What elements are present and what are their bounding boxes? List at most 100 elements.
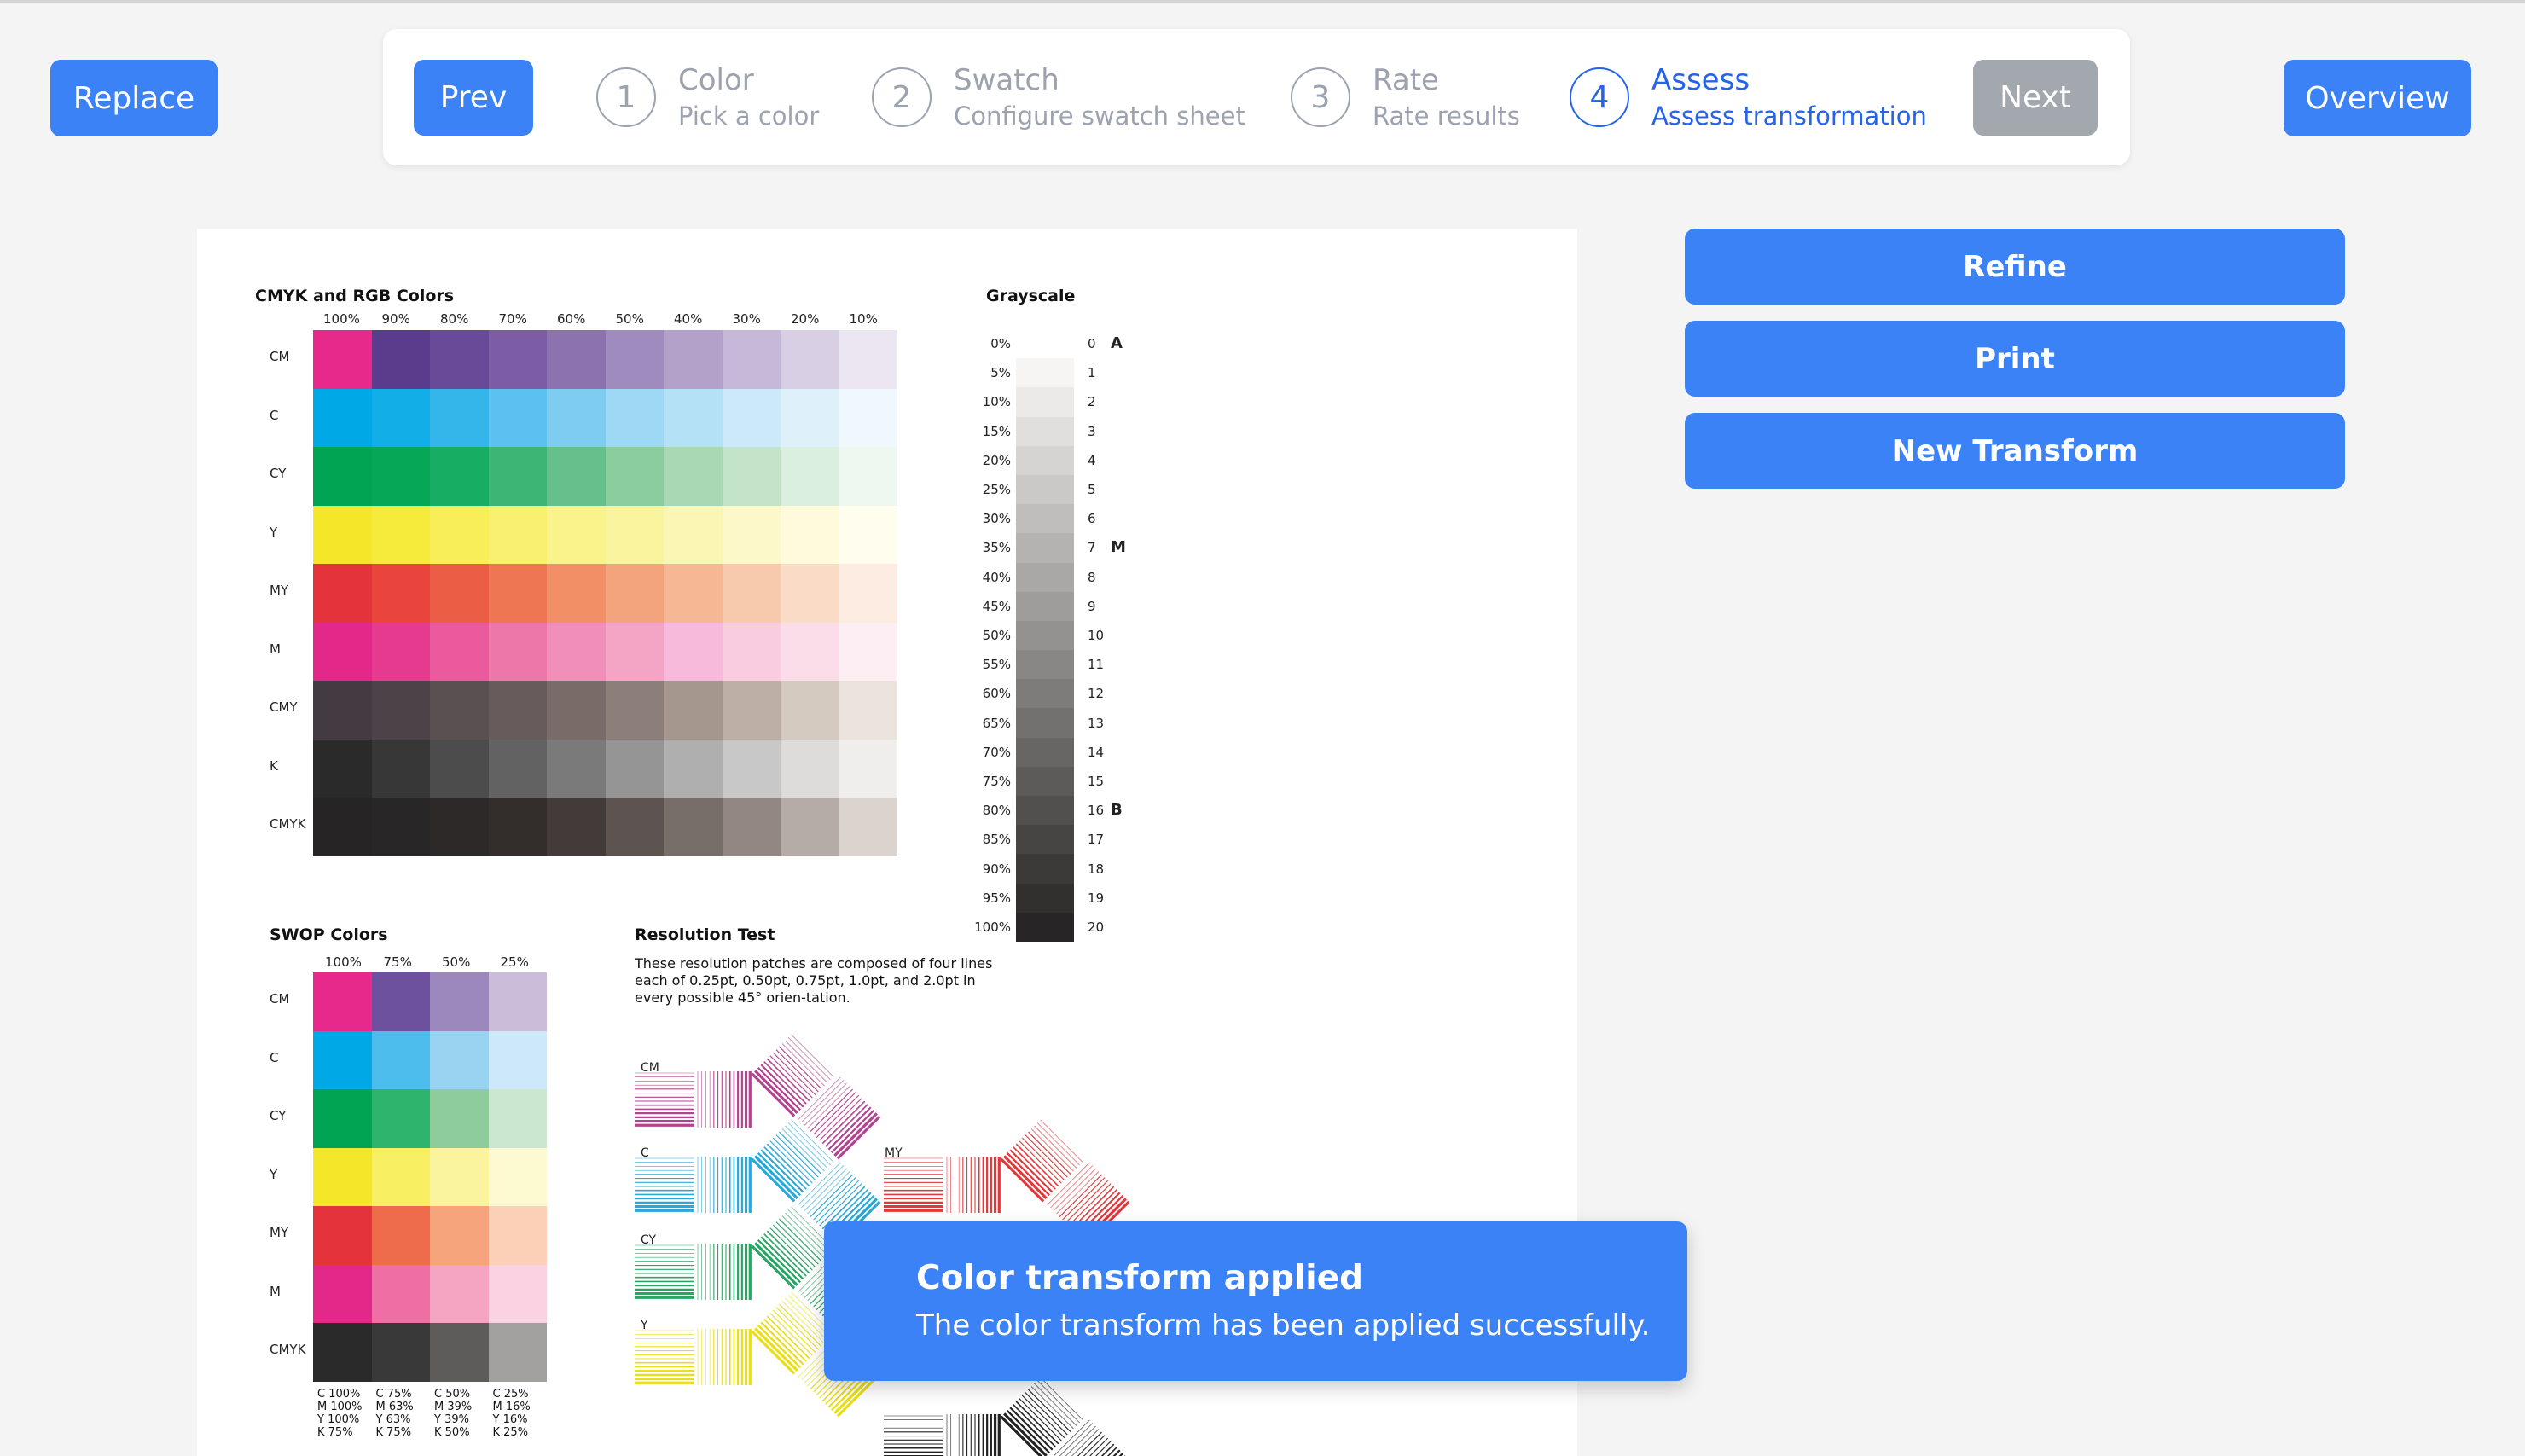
color-swatch xyxy=(605,798,664,856)
grayscale-index-label: 5 xyxy=(1088,482,1096,497)
grayscale-marker: M xyxy=(1111,538,1126,557)
grayscale-index-label: 8 xyxy=(1088,569,1096,585)
grayscale-index-label: 7 xyxy=(1088,540,1096,556)
step-subtitle: Assess transformation xyxy=(1651,102,1927,131)
refine-button[interactable]: Refine xyxy=(1685,229,2345,305)
color-swatch xyxy=(430,1323,489,1382)
next-button[interactable]: Next xyxy=(1973,60,2098,136)
grayscale-index-label: 2 xyxy=(1088,394,1096,410)
cmyk-column-label: 100% xyxy=(323,311,360,327)
grayscale-swatch xyxy=(1016,474,1074,505)
cmyk-row-label: MY xyxy=(270,583,289,598)
color-swatch xyxy=(605,739,664,798)
swop-row-label: MY xyxy=(270,1225,289,1240)
swop-row-label: CY xyxy=(270,1108,287,1123)
color-swatch xyxy=(313,1323,372,1382)
swop-section-title: SWOP Colors xyxy=(270,925,388,944)
grayscale-index-label: 19 xyxy=(1088,890,1105,906)
color-swatch xyxy=(488,1089,547,1148)
grayscale-swatch xyxy=(1016,562,1074,592)
color-swatch xyxy=(430,1206,489,1265)
color-swatch xyxy=(722,564,781,623)
grayscale-index-label: 12 xyxy=(1088,686,1105,702)
swop-row-label: CM xyxy=(270,991,290,1006)
color-swatch xyxy=(781,388,839,447)
color-swatch xyxy=(371,622,430,681)
swop-caption: C 75% M 63% Y 63% K 75% xyxy=(375,1388,414,1439)
color-swatch xyxy=(781,447,839,506)
color-swatch xyxy=(547,564,606,623)
success-toast: Color transform applied The color transf… xyxy=(824,1221,1687,1381)
cmyk-row-label: CY xyxy=(270,466,287,481)
grayscale-index-label: 9 xyxy=(1088,598,1096,614)
grayscale-index-label: 13 xyxy=(1088,715,1105,731)
grayscale-index-label: 14 xyxy=(1088,744,1105,760)
color-swatch xyxy=(313,1089,372,1148)
color-swatch xyxy=(664,622,723,681)
color-swatch xyxy=(371,1030,430,1089)
cmyk-column-label: 60% xyxy=(557,311,586,327)
grayscale-swatch xyxy=(1016,533,1074,563)
grayscale-swatch xyxy=(1016,854,1074,884)
color-swatch xyxy=(371,1264,430,1323)
cmyk-row-label: C xyxy=(270,407,279,423)
color-swatch xyxy=(488,681,547,740)
step-subtitle: Pick a color xyxy=(678,102,820,131)
swop-caption: C 25% M 16% Y 16% K 25% xyxy=(492,1388,531,1439)
print-button[interactable]: Print xyxy=(1685,321,2345,397)
grayscale-index-label: 1 xyxy=(1088,365,1096,381)
color-swatch xyxy=(664,564,723,623)
color-swatch xyxy=(430,564,489,623)
cmyk-row-label: CMY xyxy=(270,699,298,715)
color-swatch xyxy=(781,739,839,798)
color-swatch xyxy=(722,798,781,856)
step-assess[interactable]: 4 Assess Assess transformation xyxy=(1570,63,1927,131)
cmyk-row-label: Y xyxy=(270,524,278,540)
cmyk-column-label: 20% xyxy=(791,311,820,327)
color-swatch xyxy=(313,564,372,623)
color-swatch xyxy=(781,622,839,681)
new-transform-button[interactable]: New Transform xyxy=(1685,413,2345,489)
step-rate[interactable]: 3 Rate Rate results xyxy=(1291,63,1520,131)
grayscale-swatch xyxy=(1016,504,1074,534)
color-swatch xyxy=(781,798,839,856)
color-swatch xyxy=(722,330,781,389)
prev-button[interactable]: Prev xyxy=(414,60,533,136)
swop-row-label: M xyxy=(270,1283,281,1299)
grayscale-swatch xyxy=(1016,416,1074,446)
color-swatch xyxy=(430,972,489,1031)
color-swatch xyxy=(839,622,897,681)
color-swatch xyxy=(781,505,839,564)
swop-swatch-grid xyxy=(313,972,547,1382)
step-title: Color xyxy=(678,63,754,97)
color-swatch xyxy=(430,739,489,798)
color-swatch xyxy=(781,330,839,389)
grayscale-swatch xyxy=(1016,737,1074,767)
replace-button[interactable]: Replace xyxy=(50,60,218,136)
grayscale-percent-label: 80% xyxy=(982,803,1011,819)
step-swatch[interactable]: 2 Swatch Configure swatch sheet xyxy=(872,63,1245,131)
color-swatch xyxy=(371,1206,430,1265)
color-swatch xyxy=(605,681,664,740)
color-swatch xyxy=(313,1206,372,1265)
grayscale-percent-label: 85% xyxy=(982,832,1011,848)
color-swatch xyxy=(430,1030,489,1089)
cmyk-section-title: CMYK and RGB Colors xyxy=(255,287,455,305)
overview-button[interactable]: Overview xyxy=(2284,60,2471,136)
swop-column-label: 50% xyxy=(442,954,471,970)
grayscale-percent-label: 0% xyxy=(990,336,1011,351)
color-swatch xyxy=(371,739,430,798)
grayscale-percent-label: 10% xyxy=(982,394,1011,410)
color-swatch xyxy=(722,739,781,798)
color-swatch xyxy=(488,1206,547,1265)
color-swatch xyxy=(839,447,897,506)
color-swatch xyxy=(839,798,897,856)
color-swatch xyxy=(547,447,606,506)
color-swatch xyxy=(605,388,664,447)
grayscale-percent-label: 25% xyxy=(982,482,1011,497)
color-swatch xyxy=(605,330,664,389)
grayscale-percent-label: 35% xyxy=(982,540,1011,556)
color-swatch xyxy=(488,1323,547,1382)
step-color[interactable]: 1 Color Pick a color xyxy=(596,63,819,131)
cmyk-column-label: 30% xyxy=(732,311,761,327)
